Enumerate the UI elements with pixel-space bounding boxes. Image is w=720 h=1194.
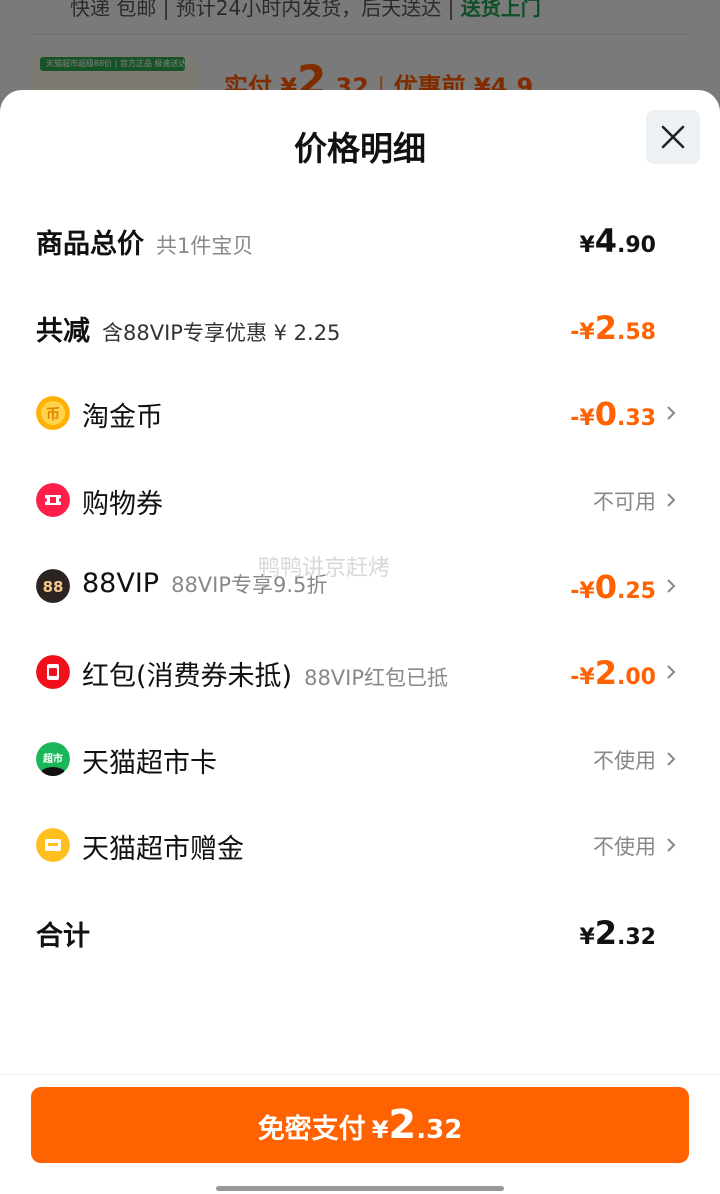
value-dec: .33: [617, 406, 656, 431]
discount-vip-note: 含88VIP专享优惠 ¥ 2.25: [102, 321, 341, 345]
price-detail-sheet: 价格明细 商品总价 共1件宝贝 ¥4.90 共减 含88VIP专享优惠 ¥ 2.25…: [0, 90, 720, 1194]
row-supermarket-card[interactable]: 超市 天猫超市卡 不使用: [0, 729, 720, 789]
supermarket-card-icon: 超市: [36, 742, 70, 776]
pay-currency: ¥: [371, 1116, 389, 1144]
gift-gold-status: 不使用: [593, 835, 656, 859]
voucher-status: 不可用: [593, 490, 656, 514]
row-red-packet[interactable]: 红包(消费券未抵) 88VIP红包已抵 -¥2.00: [0, 642, 720, 702]
coin-icon: 币: [36, 396, 70, 430]
minus-currency: -¥: [570, 320, 595, 345]
value-dec: .32: [617, 925, 656, 950]
supermarket-card-status: 不使用: [593, 749, 656, 773]
goods-total-title: 商品总价: [36, 229, 144, 260]
value-dec: .25: [617, 579, 656, 604]
value-int: 0: [594, 395, 618, 433]
svg-text:币: 币: [46, 407, 60, 423]
chevron-right-icon: [667, 579, 676, 593]
red-packet-value: -¥2.00: [570, 654, 656, 692]
value-dec: .00: [617, 665, 656, 690]
value-int: 2: [594, 914, 618, 952]
chevron-right-icon: [667, 665, 676, 679]
coin-label: 淘金币: [82, 402, 163, 433]
discount-label: 共减 含88VIP专享优惠 ¥ 2.25: [36, 309, 340, 348]
value-dec: .90: [617, 233, 656, 258]
discount-value: -¥2.58: [570, 309, 656, 347]
gift-gold-icon: [36, 828, 70, 862]
pay-value-dec: .32: [416, 1115, 463, 1145]
minus-currency: -¥: [570, 579, 595, 604]
row-total-discount: 共减 含88VIP专享优惠 ¥ 2.25 -¥2.58: [0, 297, 720, 357]
coin-value: -¥0.33: [570, 395, 656, 433]
home-indicator[interactable]: [216, 1186, 504, 1191]
row-tao-coin[interactable]: 币 淘金币 -¥0.33: [0, 383, 720, 443]
ticket-icon: [36, 483, 70, 517]
minus-currency: -¥: [570, 665, 595, 690]
vip-title: 88VIP: [82, 568, 160, 599]
discount-title: 共减: [36, 316, 90, 347]
value-int: 0: [594, 568, 618, 606]
sheet-title: 价格明细: [294, 129, 426, 168]
red-packet-icon: [36, 655, 70, 689]
watermark: 鸭鸭讲京赶烤: [258, 556, 391, 581]
goods-total-count: 共1件宝贝: [156, 234, 254, 258]
row-supermarket-gift-gold[interactable]: 天猫超市赠金 不使用: [0, 815, 720, 875]
red-packet-note: 88VIP红包已抵: [304, 666, 449, 690]
svg-text:88: 88: [43, 578, 64, 596]
currency: ¥: [579, 233, 595, 258]
grand-total-value: ¥2.32: [579, 914, 656, 952]
pay-value-int: 2: [388, 1102, 417, 1148]
gift-gold-label: 天猫超市赠金: [82, 834, 244, 865]
chevron-right-icon: [667, 493, 676, 507]
grand-total-label: 合计: [36, 921, 90, 952]
minus-currency: -¥: [570, 406, 595, 431]
supermarket-card-label: 天猫超市卡: [82, 748, 217, 779]
vip-value: -¥0.25: [570, 568, 656, 606]
pay-button-label: 免密支付: [257, 1114, 366, 1145]
goods-total-label: 商品总价 共1件宝贝: [36, 222, 253, 261]
chevron-right-icon: [667, 838, 676, 852]
voucher-label: 购物券: [82, 489, 163, 520]
value-int: 2: [594, 654, 618, 692]
bottom-divider: [0, 1074, 720, 1075]
close-button[interactable]: [646, 110, 700, 164]
red-packet-title: 红包(消费券未抵): [82, 661, 293, 692]
chevron-right-icon: [667, 406, 676, 420]
red-packet-label: 红包(消费券未抵) 88VIP红包已抵: [82, 654, 448, 693]
svg-text:超市: 超市: [42, 752, 63, 765]
row-shopping-voucher[interactable]: 购物券 不可用: [0, 470, 720, 530]
chevron-right-icon: [667, 752, 676, 766]
close-icon: [661, 125, 685, 149]
row-goods-total: 商品总价 共1件宝贝 ¥4.90: [0, 210, 720, 270]
value-int: 4: [594, 222, 618, 260]
value-dec: .58: [617, 320, 656, 345]
currency: ¥: [579, 925, 595, 950]
password-free-pay-button[interactable]: 免密支付 ¥2.32: [31, 1087, 689, 1163]
goods-total-value: ¥4.90: [579, 222, 656, 260]
value-int: 2: [594, 309, 618, 347]
vip-88-icon: 88: [36, 569, 70, 603]
row-grand-total: 合计 ¥2.32: [0, 902, 720, 962]
